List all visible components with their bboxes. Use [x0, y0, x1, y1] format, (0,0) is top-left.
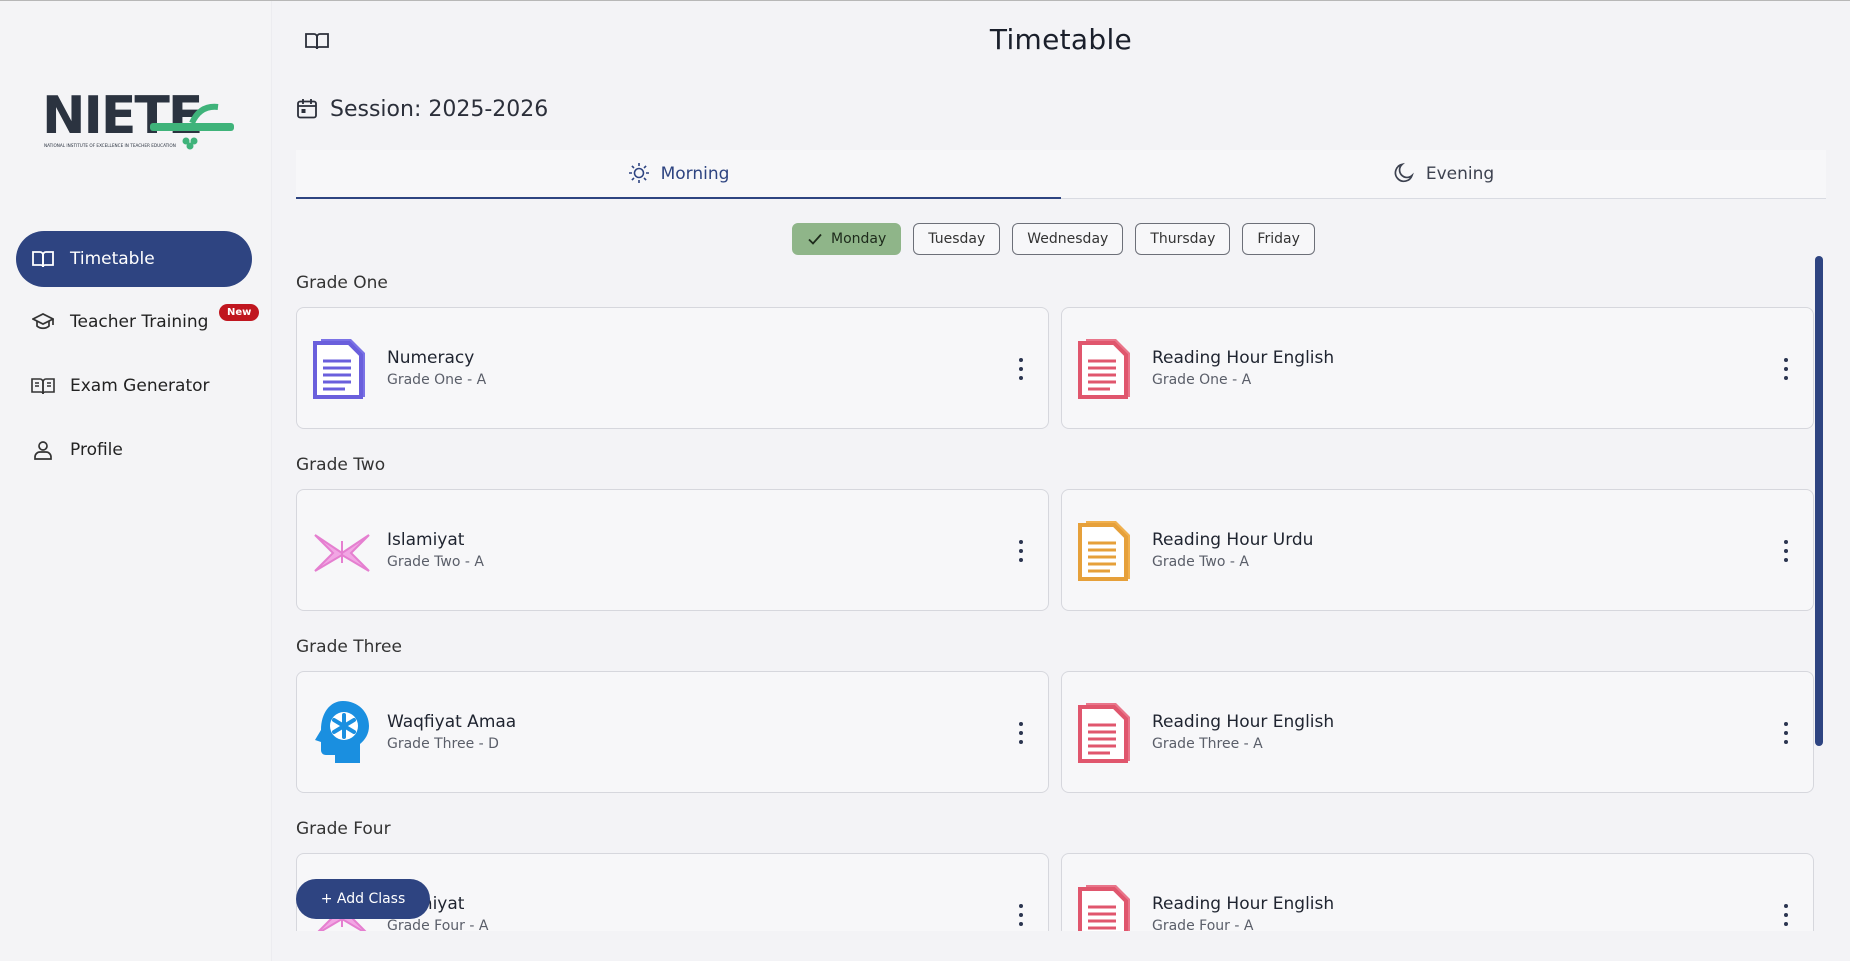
class-subject: Reading Hour English [1152, 894, 1335, 914]
tab-evening[interactable]: Evening [1061, 150, 1826, 198]
day-chip-thursday[interactable]: Thursday [1135, 223, 1231, 255]
document-red-icon [1076, 881, 1140, 931]
grade-heading: Grade Three [296, 637, 402, 657]
class-card[interactable]: Reading Hour English Grade Four - A [1061, 853, 1814, 931]
class-section: Grade Four - A [1152, 918, 1254, 931]
document-purple-icon [311, 335, 375, 403]
class-section: Grade One - A [387, 372, 487, 388]
more-options-icon[interactable] [1016, 358, 1026, 380]
class-subject: Waqfiyat Amaa [387, 712, 517, 732]
class-card[interactable]: Waqfiyat Amaa Grade Three - D [296, 671, 1049, 793]
sun-icon [628, 162, 652, 186]
book-icon [30, 373, 56, 399]
sidebar-item-label: Exam Generator [70, 376, 210, 396]
check-icon [807, 231, 823, 247]
add-class-button[interactable]: + Add Class [296, 879, 430, 919]
sidebar-item-label: Teacher Training [70, 312, 209, 332]
class-section: Grade Two - A [1152, 554, 1249, 570]
niete-logo: NIETE NATIONAL INSTITUTE OF EXCELLENCE I… [42, 86, 242, 157]
grade-heading: Grade Two [296, 455, 386, 475]
more-options-icon[interactable] [1781, 904, 1791, 926]
class-section: Grade Three - A [1152, 736, 1263, 752]
document-orange-icon [1076, 517, 1140, 585]
user-icon [30, 437, 56, 463]
document-red-icon [1076, 335, 1140, 403]
scrollbar[interactable] [1815, 256, 1823, 746]
document-red-icon [1076, 699, 1140, 767]
sidebar-item-timetable[interactable]: Timetable [16, 231, 252, 287]
sidebar-item-teacher-training[interactable]: Teacher Training New [16, 294, 260, 350]
book-open-icon [30, 246, 56, 272]
class-card[interactable]: Reading Hour English Grade Three - A [1061, 671, 1814, 793]
shift-tabs: Morning Evening [296, 150, 1826, 199]
class-card[interactable]: Numeracy Grade One - A [296, 307, 1049, 429]
class-subject: Numeracy [387, 348, 475, 368]
class-card[interactable]: Islamiyat Grade Two - A [296, 489, 1049, 611]
more-options-icon[interactable] [1016, 540, 1026, 562]
class-section: Grade One - A [1152, 372, 1252, 388]
quran-book-icon [311, 517, 375, 585]
page-title: Timetable [989, 23, 1133, 56]
sidebar-item-exam-generator[interactable]: Exam Generator [16, 358, 252, 414]
sidebar-item-profile[interactable]: Profile [16, 422, 252, 478]
sidebar-item-label: Profile [70, 440, 123, 460]
more-options-icon[interactable] [1781, 722, 1791, 744]
day-chip-friday[interactable]: Friday [1242, 223, 1315, 255]
more-options-icon[interactable] [1781, 540, 1791, 562]
sidebar-item-label: Timetable [70, 249, 155, 269]
day-chip-monday[interactable]: Monday [792, 223, 902, 255]
tab-morning[interactable]: Morning [296, 150, 1061, 199]
calendar-icon [296, 98, 320, 122]
grade-heading: Grade Four [296, 819, 391, 839]
main-content: Timetable Session: 2025-2026 Morning Eve… [272, 1, 1850, 961]
svg-text:NATIONAL INSTITUTE OF EXCELLEN: NATIONAL INSTITUTE OF EXCELLENCE IN TEAC… [44, 143, 176, 148]
sidebar: NIETE NATIONAL INSTITUTE OF EXCELLENCE I… [0, 1, 272, 961]
class-subject: Reading Hour English [1152, 348, 1335, 368]
graduation-cap-icon [30, 309, 56, 335]
grade-heading: Grade One [296, 273, 388, 293]
more-options-icon[interactable] [1016, 904, 1026, 926]
class-section: Grade Three - D [387, 736, 499, 752]
day-chip-tuesday[interactable]: Tuesday [913, 223, 1001, 255]
class-section: Grade Two - A [387, 554, 484, 570]
session-label: Session: 2025-2026 [296, 97, 548, 122]
day-selector: Monday Tuesday Wednesday Thursday Friday [792, 223, 1315, 255]
class-card[interactable]: Reading Hour English Grade One - A [1061, 307, 1814, 429]
day-chip-wednesday[interactable]: Wednesday [1012, 223, 1124, 255]
more-options-icon[interactable] [1781, 358, 1791, 380]
more-options-icon[interactable] [1016, 722, 1026, 744]
class-section: Grade Four - A [387, 918, 489, 931]
class-card[interactable]: Reading Hour Urdu Grade Two - A [1061, 489, 1814, 611]
class-subject: Reading Hour English [1152, 712, 1335, 732]
new-badge: New [219, 304, 260, 321]
moon-icon [1393, 162, 1417, 186]
timetable-list: Grade One Numeracy Grade One - A Reading… [296, 263, 1830, 931]
svg-text:NIETE: NIETE [42, 87, 201, 146]
class-subject: Islamiyat [387, 530, 465, 550]
class-subject: Reading Hour Urdu [1152, 530, 1314, 550]
mind-head-icon [311, 699, 375, 767]
